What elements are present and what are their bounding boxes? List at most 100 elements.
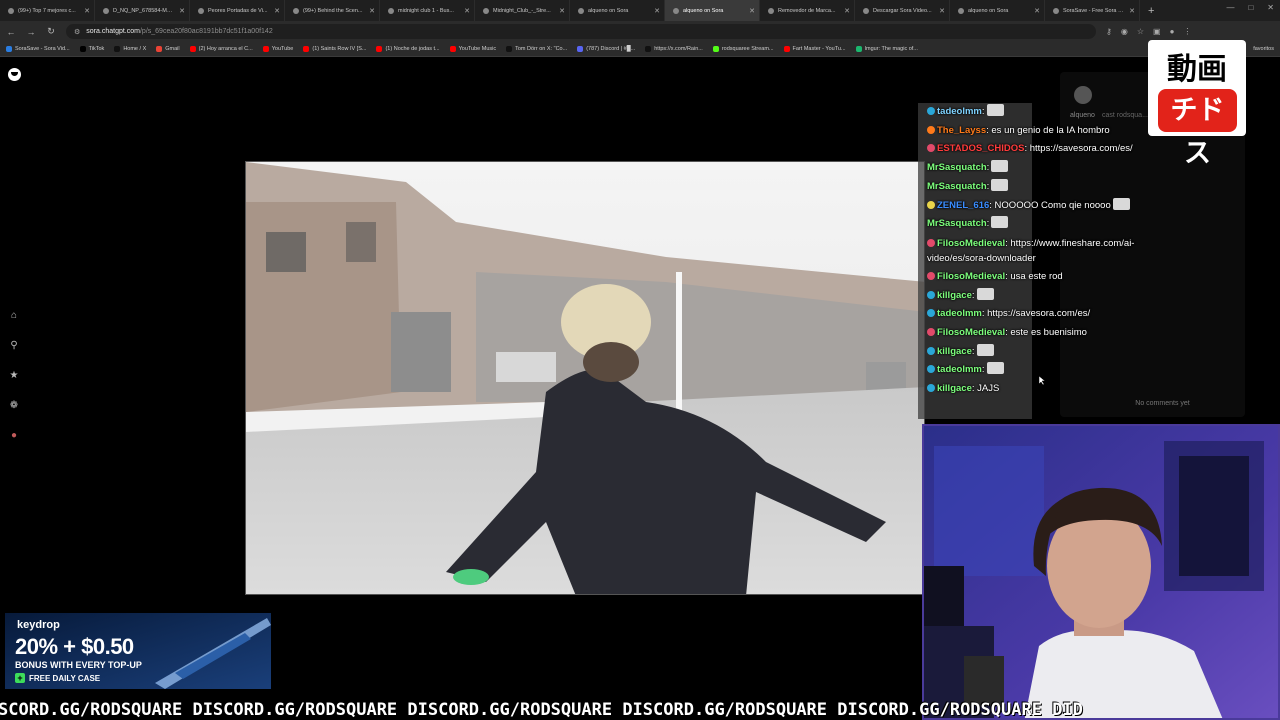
- bookmark-item[interactable]: (787) Discord | #█...: [577, 46, 635, 52]
- avatar[interactable]: [1074, 86, 1092, 104]
- chat-text: : NOOOOO Como qie noooo: [989, 199, 1111, 211]
- back-icon[interactable]: ←: [6, 27, 16, 37]
- profile-icon[interactable]: ●: [8, 430, 20, 442]
- maximize-icon[interactable]: □: [1248, 3, 1253, 12]
- tab-close-icon[interactable]: ✕: [939, 7, 945, 15]
- chat-username[interactable]: MrSasquatch: [927, 162, 987, 173]
- eye-off-icon[interactable]: ◉: [1121, 27, 1128, 36]
- video-player[interactable]: [245, 161, 925, 595]
- bookmark-favicon-icon: [449, 46, 456, 52]
- bookmark-star-icon[interactable]: ☆: [1137, 27, 1144, 36]
- chat-username[interactable]: FilosoMedieval: [937, 327, 1005, 338]
- bookmark-item[interactable]: (1) Saints Row IV [S...: [303, 46, 366, 52]
- bookmark-item[interactable]: Fart Master - YouTu...: [783, 46, 846, 52]
- password-key-icon[interactable]: ⚷: [1106, 27, 1112, 36]
- mouse-cursor-icon: [1039, 376, 1045, 385]
- tab-close-icon[interactable]: ✕: [179, 7, 185, 15]
- reload-icon[interactable]: ↻: [46, 26, 56, 37]
- tab-favicon-icon: [293, 7, 299, 14]
- tab-close-icon[interactable]: ✕: [1034, 7, 1040, 15]
- chat-username[interactable]: killgace: [937, 346, 972, 357]
- bookmark-favicon-icon: [303, 46, 310, 52]
- bookmark-item[interactable]: https://x.com/Rain...: [645, 46, 703, 52]
- chat-username[interactable]: MrSasquatch: [927, 218, 987, 229]
- extension-icon[interactable]: ▣: [1153, 27, 1161, 36]
- tab-close-icon[interactable]: ✕: [559, 7, 565, 15]
- bookmark-item[interactable]: Gmail: [156, 46, 180, 52]
- chat-username[interactable]: killgace: [937, 290, 972, 301]
- chat-message: The_Layss: es un genio de la IA hombro: [918, 122, 1158, 141]
- tab-title: D_NQ_NP_678584-MLA...: [113, 7, 176, 14]
- tab-close-icon[interactable]: ✕: [464, 7, 470, 15]
- bookmark-label: https://x.com/Rain...: [654, 46, 703, 52]
- chat-username[interactable]: tadeolmm: [937, 106, 982, 117]
- close-window-icon[interactable]: ✕: [1267, 3, 1274, 12]
- bookmark-item[interactable]: YouTube Music: [449, 46, 497, 52]
- chat-username[interactable]: killgace: [937, 383, 972, 394]
- chat-colon: :: [981, 106, 985, 117]
- browser-tab[interactable]: Descargar Sora Video... ✕: [855, 0, 950, 21]
- side-nav: ⌂ ⚲ ★ ❁ ●: [8, 310, 20, 442]
- bookmark-item[interactable]: (1) Noche de jodas t...: [376, 46, 440, 52]
- ad-cta[interactable]: + FREE DAILY CASE: [15, 673, 100, 683]
- chat-message: tadeolmm: https://savesora.com/es/: [918, 305, 1158, 324]
- browser-tab[interactable]: alqueno on Sora ✕: [570, 0, 665, 21]
- browser-tab[interactable]: midnight club 1 - Bus... ✕: [380, 0, 475, 21]
- browser-tab[interactable]: Removedor de Marca... ✕: [760, 0, 855, 21]
- bookmark-item[interactable]: Home / X: [114, 46, 146, 52]
- profile-avatar-icon[interactable]: ●: [1170, 27, 1175, 36]
- chat-message: tadeolmm:: [918, 361, 1158, 380]
- trophy-icon[interactable]: ★: [8, 370, 20, 382]
- tab-favicon-icon: [198, 7, 204, 14]
- tab-close-icon[interactable]: ✕: [749, 7, 755, 15]
- logo-top-text: 動画: [1167, 52, 1227, 87]
- bookmark-item[interactable]: SoraSave - Sora Vid...: [6, 46, 70, 52]
- tab-close-icon[interactable]: ✕: [84, 7, 90, 15]
- search-icon[interactable]: ⚲: [8, 340, 20, 352]
- address-bar[interactable]: ⚙ sora.chatgpt.com/p/s_69cea20f80ac8191b…: [66, 24, 1096, 39]
- home-icon[interactable]: ⌂: [8, 310, 20, 322]
- tab-close-icon[interactable]: ✕: [844, 7, 850, 15]
- tab-close-icon[interactable]: ✕: [654, 7, 660, 15]
- chat-username[interactable]: ZENEL_616: [937, 200, 989, 211]
- chat-username[interactable]: FilosoMedieval: [937, 271, 1005, 282]
- browser-tab[interactable]: (99+) Behind the Scen... ✕: [285, 0, 380, 21]
- activity-icon[interactable]: ❁: [8, 400, 20, 412]
- chat-username[interactable]: The_Layss: [937, 125, 986, 136]
- bookmark-label: YouTube Music: [458, 46, 497, 52]
- bookmark-item[interactable]: YouTube: [262, 46, 293, 52]
- tab-close-icon[interactable]: ✕: [369, 7, 375, 15]
- chat-username[interactable]: tadeolmm: [937, 308, 982, 319]
- minimize-icon[interactable]: —: [1226, 3, 1234, 12]
- sora-logo-icon[interactable]: [8, 68, 21, 81]
- forward-icon[interactable]: →: [26, 27, 36, 37]
- browser-tab[interactable]: SoraSave - Free Sora V... ✕: [1045, 0, 1140, 21]
- chat-username[interactable]: tadeolmm: [937, 364, 982, 375]
- chat-username[interactable]: MrSasquatch: [927, 181, 987, 192]
- tab-close-icon[interactable]: ✕: [1129, 7, 1135, 15]
- chat-username[interactable]: ESTADOS_CHIDOS: [937, 143, 1024, 154]
- bookmark-favicon-icon: [645, 46, 652, 52]
- tab-close-icon[interactable]: ✕: [274, 7, 280, 15]
- browser-tab[interactable]: alqueno on Sora ✕: [665, 0, 760, 21]
- other-favorites[interactable]: favoritos: [1253, 46, 1274, 52]
- sponsor-ad[interactable]: keydrop 20% + $0.50 BONUS WITH EVERY TOP…: [5, 613, 271, 689]
- chat-message: MrSasquatch:: [918, 159, 1158, 178]
- bookmark-item[interactable]: Imgur: The magic of...: [855, 46, 918, 52]
- bookmark-item[interactable]: Tom Dörr on X: "Co...: [506, 46, 567, 52]
- bookmark-item[interactable]: rodsquaree Stream...: [712, 46, 774, 52]
- bookmark-item[interactable]: TikTok: [79, 46, 104, 52]
- browser-tab[interactable]: Midnight_Club_-_Stre... ✕: [475, 0, 570, 21]
- browser-tab[interactable]: (99+) Top 7 mejores c... ✕: [0, 0, 95, 21]
- browser-tab[interactable]: Peores Portadas de Vi... ✕: [190, 0, 285, 21]
- browser-tab[interactable]: D_NQ_NP_678584-MLA... ✕: [95, 0, 190, 21]
- browser-tab[interactable]: alqueno on Sora ✕: [950, 0, 1045, 21]
- chat-badge-icon: [927, 328, 935, 337]
- chat-username[interactable]: FilosoMedieval: [937, 238, 1005, 249]
- ad-offer: 20% + $0.50: [15, 634, 134, 659]
- site-info-icon[interactable]: ⚙: [74, 28, 80, 36]
- menu-dots-icon[interactable]: ⋮: [1183, 27, 1191, 36]
- bookmark-item[interactable]: (2) Hoy arranca el C...: [189, 46, 253, 52]
- bookmark-favicon-icon: [376, 46, 383, 52]
- new-tab-button[interactable]: +: [1140, 5, 1162, 17]
